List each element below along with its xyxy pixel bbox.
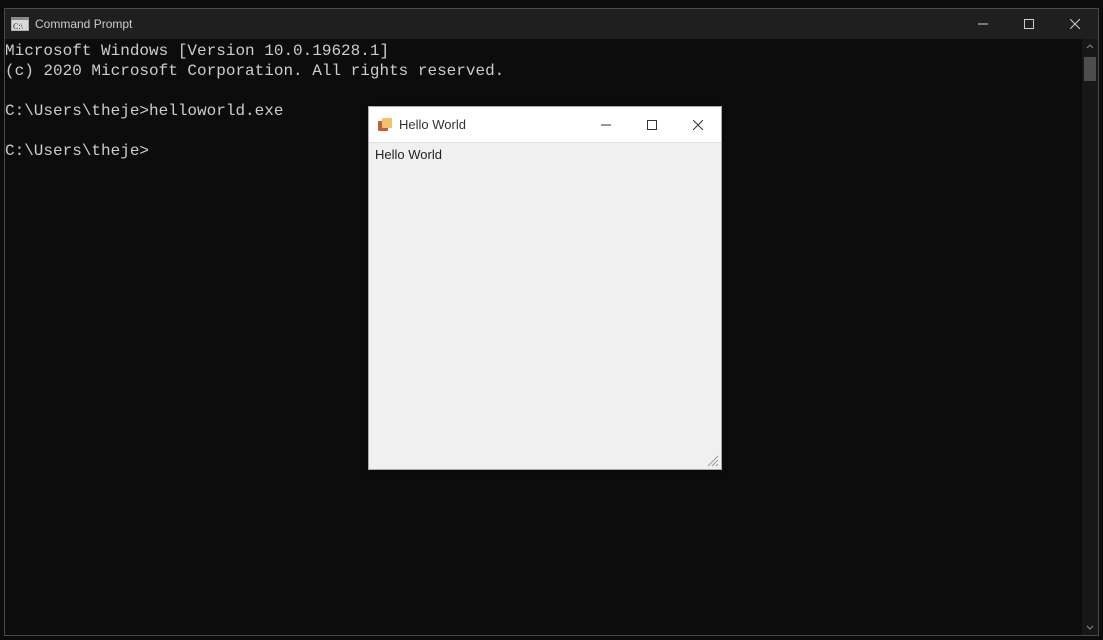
window-controls <box>583 107 721 142</box>
hello-world-window: Hello World Hello World <box>368 106 722 470</box>
command-prompt-icon: C:\ <box>11 17 29 31</box>
terminal-line: C:\Users\theje> <box>5 142 149 160</box>
resize-grip-icon[interactable] <box>705 453 719 467</box>
svg-text:C:\: C:\ <box>13 22 24 31</box>
close-button[interactable] <box>675 107 721 142</box>
command-prompt-title: Command Prompt <box>35 17 132 31</box>
hello-world-title: Hello World <box>399 117 466 132</box>
vertical-scrollbar[interactable] <box>1082 39 1098 635</box>
maximize-button[interactable] <box>629 107 675 142</box>
window-controls <box>960 9 1098 39</box>
close-button[interactable] <box>1052 9 1098 39</box>
hello-world-titlebar[interactable]: Hello World <box>369 107 721 143</box>
winforms-app-icon <box>377 117 393 133</box>
terminal-line: (c) 2020 Microsoft Corporation. All righ… <box>5 62 504 80</box>
minimize-button[interactable] <box>960 9 1006 39</box>
hello-world-label: Hello World <box>375 147 442 162</box>
hello-world-client-area[interactable]: Hello World <box>369 143 721 469</box>
scroll-up-arrow-icon[interactable] <box>1082 39 1098 55</box>
terminal-line: C:\Users\theje>helloworld.exe <box>5 102 283 120</box>
scroll-thumb[interactable] <box>1084 57 1096 81</box>
maximize-button[interactable] <box>1006 9 1052 39</box>
minimize-button[interactable] <box>583 107 629 142</box>
command-prompt-titlebar[interactable]: C:\ Command Prompt <box>5 9 1098 39</box>
scroll-down-arrow-icon[interactable] <box>1082 619 1098 635</box>
terminal-line: Microsoft Windows [Version 10.0.19628.1] <box>5 42 389 60</box>
